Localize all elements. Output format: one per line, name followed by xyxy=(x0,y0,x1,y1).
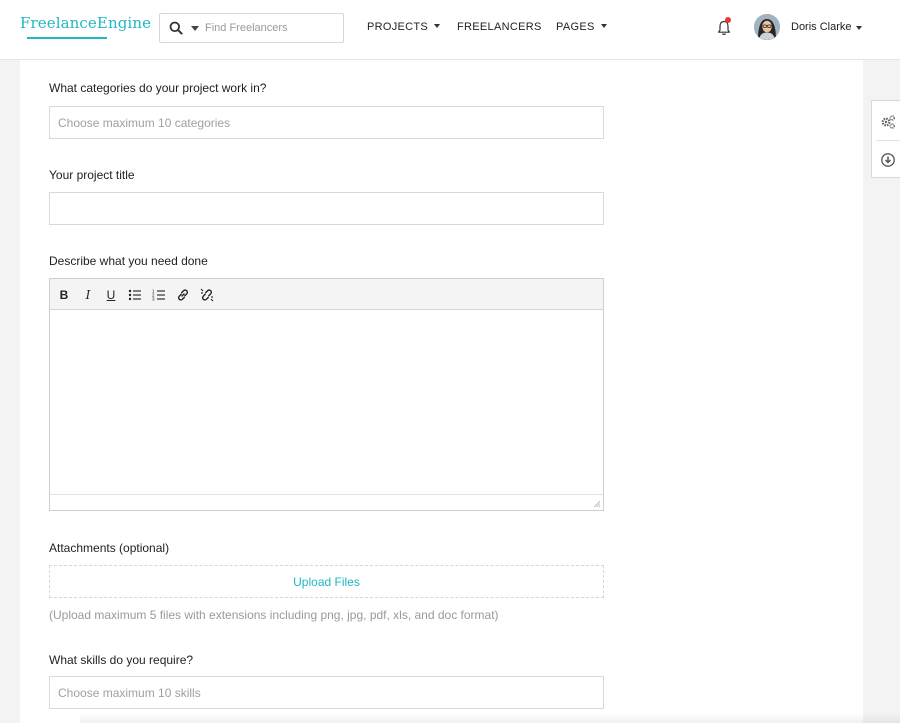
project-title-input[interactable] xyxy=(49,192,604,225)
description-editor: B I U 1 2 3 xyxy=(49,278,604,511)
unlink-icon[interactable] xyxy=(199,287,215,303)
notification-dot xyxy=(725,17,731,23)
underline-icon[interactable]: U xyxy=(103,287,119,303)
side-tools-panel xyxy=(871,100,900,178)
download-circle-icon[interactable] xyxy=(880,152,896,168)
nav-projects[interactable]: PROJECTS xyxy=(367,21,441,33)
attachments-hint: (Upload maximum 5 files with extensions … xyxy=(49,608,499,622)
bottom-shadow xyxy=(80,713,900,723)
side-tools-divider xyxy=(876,140,900,141)
skills-input[interactable] xyxy=(49,676,604,709)
project-title-label: Your project title xyxy=(49,168,135,182)
user-menu-chevron-down-icon[interactable] xyxy=(856,26,862,30)
bold-icon[interactable]: B xyxy=(56,287,72,303)
italic-icon[interactable]: I xyxy=(80,287,96,303)
description-textarea[interactable] xyxy=(50,311,603,494)
user-name[interactable]: Doris Clarke xyxy=(791,21,852,33)
editor-toolbar: B I U 1 2 3 xyxy=(50,279,603,310)
skills-label: What skills do you require? xyxy=(49,653,194,667)
description-label: Describe what you need done xyxy=(49,254,208,268)
search-input[interactable] xyxy=(205,19,340,37)
nav-pages-label: PAGES xyxy=(556,21,595,33)
editor-statusbar xyxy=(50,494,603,510)
avatar-image-icon xyxy=(754,14,780,40)
search-box xyxy=(159,13,344,43)
svg-text:3: 3 xyxy=(152,297,155,302)
avatar[interactable] xyxy=(754,14,780,40)
search-type-dropdown-icon[interactable] xyxy=(191,26,199,31)
logo[interactable]: FreelanceEngine xyxy=(20,14,151,32)
resize-handle-icon[interactable] xyxy=(593,500,601,508)
categories-label: What categories do your project work in? xyxy=(49,81,267,95)
categories-input[interactable] xyxy=(49,106,604,139)
nav-pages[interactable]: PAGES xyxy=(556,21,607,33)
top-header: FreelanceEngine PROJECTS FREELANCERS PAG… xyxy=(0,0,900,60)
chevron-down-icon xyxy=(600,24,607,29)
gears-icon[interactable] xyxy=(880,114,896,130)
bullet-list-icon[interactable] xyxy=(127,287,143,303)
nav-projects-label: PROJECTS xyxy=(367,21,429,33)
search-icon[interactable] xyxy=(169,21,183,35)
nav-freelancers[interactable]: FREELANCERS xyxy=(457,21,542,33)
attachments-label: Attachments (optional) xyxy=(49,541,170,555)
post-project-form: What categories do your project work in?… xyxy=(20,60,863,723)
logo-underline xyxy=(27,37,107,39)
upload-files-button[interactable]: Upload Files xyxy=(49,565,604,598)
numbered-list-icon[interactable]: 1 2 3 xyxy=(151,287,167,303)
nav-freelancers-label: FREELANCERS xyxy=(457,21,542,33)
link-icon[interactable] xyxy=(175,287,191,303)
chevron-down-icon xyxy=(434,24,441,29)
